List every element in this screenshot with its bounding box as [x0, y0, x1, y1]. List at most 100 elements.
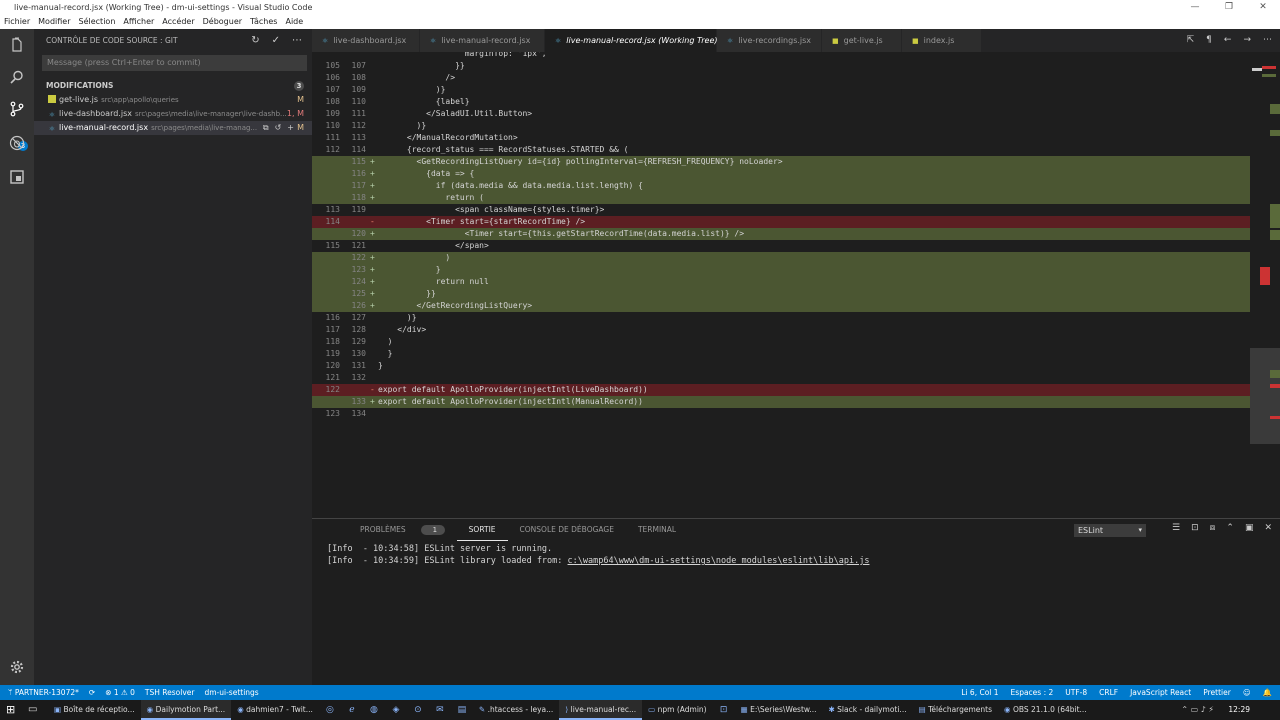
- refresh-icon[interactable]: ↻: [251, 29, 259, 53]
- next-change-icon[interactable]: →: [1243, 29, 1251, 52]
- diff-line[interactable]: 116 127 )}: [312, 312, 1260, 324]
- search-icon[interactable]: [8, 69, 26, 87]
- diff-line-added[interactable]: 126 + </GetRecordingListQuery>: [312, 300, 1260, 312]
- diff-line[interactable]: 120 131}: [312, 360, 1260, 372]
- changes-section-header[interactable]: MODIFICATIONS 3: [34, 79, 312, 93]
- diff-line[interactable]: marginTop: '1px',: [312, 52, 1260, 60]
- diff-line-added[interactable]: 122 + ): [312, 252, 1260, 264]
- diff-line-added[interactable]: 115 + <GetRecordingListQuery id={id} poll…: [312, 156, 1260, 168]
- taskbar-app[interactable]: ⊙: [407, 700, 429, 720]
- overview-ruler[interactable]: [1250, 52, 1280, 516]
- cursor-position-status[interactable]: Li 6, Col 1: [961, 685, 998, 700]
- diff-line[interactable]: 118 129 ): [312, 336, 1260, 348]
- maximize-panel-icon[interactable]: ⌃: [1226, 523, 1234, 533]
- tab-live-manual-record[interactable]: ⚛ live-manual-record.jsx: [420, 29, 545, 52]
- diff-line[interactable]: 121 132: [312, 372, 1260, 384]
- tsh-resolver-status[interactable]: TSH Resolver: [145, 685, 195, 700]
- diff-line-removed[interactable]: 114 - <Timer start={startRecordTime} />: [312, 216, 1260, 228]
- gear-icon[interactable]: [8, 659, 26, 677]
- taskbar-app[interactable]: ◉ Dailymotion Part...: [140, 700, 232, 720]
- feedback-icon[interactable]: ☺: [1243, 685, 1251, 700]
- task-view-icon[interactable]: ▭: [28, 700, 37, 720]
- diff-line[interactable]: 109 111 </SaladUI.Util.Button>: [312, 108, 1260, 120]
- indentation-status[interactable]: Espaces : 2: [1011, 685, 1054, 700]
- taskbar-app[interactable]: ℯ: [341, 700, 363, 720]
- diff-line-added[interactable]: 116 + {data => {: [312, 168, 1260, 180]
- panel-tab-terminal[interactable]: TERMINAL: [626, 519, 688, 541]
- taskbar-app[interactable]: ⟩ live-manual-rec...: [559, 700, 643, 720]
- diff-line-added[interactable]: 118 + return (: [312, 192, 1260, 204]
- show-whitespace-icon[interactable]: ¶: [1206, 29, 1212, 52]
- diff-line[interactable]: 119 130 }: [312, 348, 1260, 360]
- workspace-status[interactable]: dm-ui-settings: [204, 685, 258, 700]
- notifications-icon[interactable]: 🔔: [1263, 685, 1272, 700]
- diff-line[interactable]: 108 110 {label}: [312, 96, 1260, 108]
- open-changes-icon[interactable]: ⇱: [1187, 29, 1195, 52]
- changed-file-get-live[interactable]: get-live.js src\app\apollo\queries M: [34, 93, 312, 107]
- diff-line[interactable]: 115 121 </span>: [312, 240, 1260, 252]
- extensions-icon[interactable]: [8, 169, 26, 187]
- changed-file-live-dashboard[interactable]: ⚛ live-dashboard.jsx src\pages\media\live-…: [34, 107, 312, 121]
- panel-tab-debug-console[interactable]: CONSOLE DE DÉBOGAGE: [508, 519, 626, 541]
- taskbar-app[interactable]: ◍: [363, 700, 385, 720]
- git-branch-status[interactable]: ᛘ PARTNER-13072*: [8, 685, 79, 700]
- diff-line[interactable]: 111 113 </ManualRecordMutation>: [312, 132, 1260, 144]
- taskbar-app[interactable]: ✉: [429, 700, 451, 720]
- diff-line[interactable]: 123 134: [312, 408, 1260, 420]
- debug-icon[interactable]: [8, 135, 26, 153]
- commit-message-input[interactable]: Message (press Ctrl+Enter to commit): [42, 55, 307, 71]
- diff-line-added[interactable]: 120 + <Timer start={this.getStartRecordTi…: [312, 228, 1260, 240]
- tab-live-manual-record-working-tree[interactable]: ⚛live-manual-record.jsx (Working Tree)✕: [545, 29, 732, 52]
- open-log-icon[interactable]: ⧈: [1210, 523, 1216, 533]
- windows-start-icon[interactable]: ⊞: [6, 700, 15, 720]
- menu-deboguer[interactable]: Déboguer: [199, 15, 246, 29]
- diff-line-added[interactable]: 123 + }: [312, 264, 1260, 276]
- system-clock[interactable]: 12:29: [1228, 700, 1250, 720]
- menu-modifier[interactable]: Modifier: [34, 15, 74, 29]
- taskbar-app[interactable]: ▤: [451, 700, 473, 720]
- menu-taches[interactable]: Tâches: [246, 15, 281, 29]
- diff-line-added[interactable]: 125 + }}: [312, 288, 1260, 300]
- menu-fichier[interactable]: Fichier: [0, 15, 34, 29]
- taskbar-app[interactable]: ✱ Slack - dailymoti...: [823, 700, 913, 720]
- close-panel-icon[interactable]: ✕: [1264, 523, 1272, 533]
- open-file-icon[interactable]: ⧉: [263, 121, 269, 135]
- diff-line-removed[interactable]: 122 - export default ApolloProvider(inject…: [312, 384, 1260, 396]
- taskbar-app[interactable]: ✎ .htaccess - leya...: [473, 700, 559, 720]
- panel-tab-problems[interactable]: PROBLÈMES 1: [336, 519, 457, 541]
- output-file-link[interactable]: c:\wamp64\www\dm-ui-settings\node_module…: [568, 556, 870, 566]
- diff-editor[interactable]: marginTop: '1px', 105 107 }} 106 108 /> 107 10…: [312, 52, 1260, 516]
- tab-get-live[interactable]: ■ get-live.js: [822, 29, 902, 52]
- encoding-status[interactable]: UTF-8: [1065, 685, 1087, 700]
- toggle-panel-icon[interactable]: ▣: [1245, 523, 1254, 533]
- taskbar-app[interactable]: ▣ Boîte de réceptio...: [48, 700, 141, 720]
- menu-aide[interactable]: Aide: [281, 15, 307, 29]
- prettier-status[interactable]: Prettier: [1203, 685, 1231, 700]
- maximize-button[interactable]: ❐: [1212, 0, 1246, 15]
- output-channel-select[interactable]: ESLint: [1074, 524, 1146, 537]
- panel-tab-output[interactable]: SORTIE: [456, 519, 508, 541]
- discard-changes-icon[interactable]: ↺: [275, 121, 282, 135]
- diff-line[interactable]: 112 114 {record_status === RecordStatuses…: [312, 144, 1260, 156]
- commit-check-icon[interactable]: ✓: [272, 29, 280, 53]
- close-window-button[interactable]: ✕: [1246, 0, 1280, 15]
- source-control-icon[interactable]: [8, 101, 26, 119]
- taskbar-app[interactable]: ◎: [319, 700, 341, 720]
- changed-file-live-manual-record[interactable]: ⚛ live-manual-record.jsx src\pages\media\l…: [34, 121, 312, 135]
- minimize-button[interactable]: —: [1178, 0, 1212, 15]
- eol-status[interactable]: CRLF: [1099, 685, 1118, 700]
- problems-status[interactable]: ⊗ 1 ⚠ 0: [105, 685, 135, 700]
- clear-output-icon[interactable]: ☰: [1172, 523, 1180, 533]
- diff-line-added[interactable]: 124 + return null: [312, 276, 1260, 288]
- more-actions-icon[interactable]: ⋯: [292, 29, 302, 53]
- taskbar-app[interactable]: ◉ OBS 21.1.0 (64bit...: [998, 700, 1093, 720]
- taskbar-app[interactable]: ◉ dahmien7 - Twit...: [231, 700, 319, 720]
- diff-line[interactable]: 113 119 <span className={styles.timer}>: [312, 204, 1260, 216]
- taskbar-app[interactable]: ▭ npm (Admin): [642, 700, 712, 720]
- diff-line-added[interactable]: 117 + if (data.media && data.media.list.l…: [312, 180, 1260, 192]
- diff-line[interactable]: 117 128 </div>: [312, 324, 1260, 336]
- taskbar-app[interactable]: ▦ E:\Series\Westw...: [735, 700, 823, 720]
- system-tray-icons[interactable]: ⌃ ▭ ♪ ⚡: [1181, 700, 1214, 720]
- diff-line[interactable]: 106 108 />: [312, 72, 1260, 84]
- tab-index[interactable]: ■ index.js: [902, 29, 982, 52]
